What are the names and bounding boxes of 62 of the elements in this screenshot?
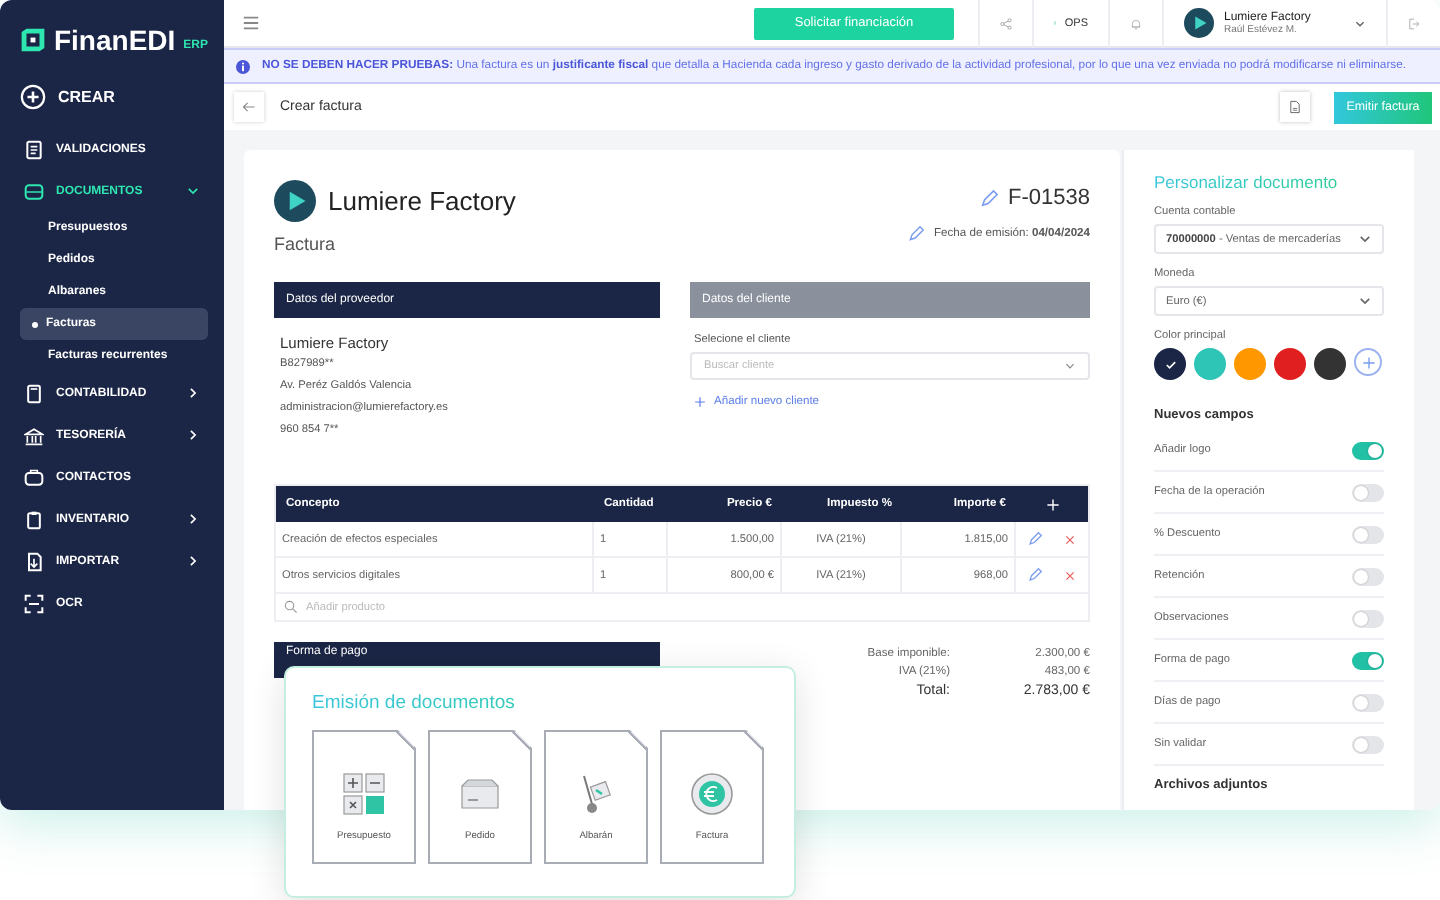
toggle-switch[interactable] [1352,483,1384,501]
color-swatch[interactable] [1314,348,1346,380]
logout-icon[interactable] [1408,15,1420,31]
search-icon [284,600,298,614]
toggle-switch[interactable] [1352,525,1384,543]
pdf-button[interactable] [1280,92,1310,122]
chevron-right-icon [186,386,200,400]
chevron-down-icon [1064,360,1076,372]
create-button[interactable]: CREAR [20,76,208,116]
pencil-icon[interactable] [908,226,924,242]
delete-icon[interactable] [1064,533,1077,545]
chevron-down-icon[interactable] [1354,17,1366,29]
chevron-right-icon [186,554,200,568]
document-icon [1288,100,1302,114]
chevron-down-icon [186,184,200,198]
chevron-right-icon [186,428,200,442]
chevron-down-icon [1358,232,1372,246]
logo-text: FinanEDI [53,24,176,56]
color-swatch[interactable] [1274,348,1306,380]
toggle-switch[interactable] [1352,735,1384,753]
briefcase-icon [24,467,44,487]
toggle-switch[interactable] [1352,609,1384,627]
back-arrow-icon [242,100,256,114]
add-icon[interactable] [1045,497,1059,511]
color-swatch[interactable] [1194,348,1226,380]
plus-icon [694,396,706,408]
color-swatch[interactable] [1234,348,1266,380]
toggle-switch[interactable] [1352,651,1384,669]
clipboard-icon [24,509,44,529]
clipboard-icon [24,383,44,403]
euro-coin-icon [690,772,734,816]
calculator-icon [342,772,386,816]
check-icon [1163,357,1177,371]
toggle-switch[interactable] [1352,567,1384,585]
pencil-icon[interactable] [1027,532,1042,546]
bell-icon[interactable] [1130,15,1142,31]
company-logo [274,180,316,222]
document-type: Factura [274,234,338,254]
logo-icon [20,24,46,56]
company-avatar [1184,8,1214,38]
bank-icon [24,425,44,445]
document-icon [24,139,44,159]
chevron-down-icon [1358,294,1372,308]
toggle-switch[interactable] [1352,693,1384,711]
info-icon [236,59,250,73]
color-swatch[interactable] [1154,348,1186,380]
invoice-number: F-01538 [1008,186,1090,210]
drawer-icon [24,181,44,201]
scan-icon [24,593,44,613]
plus-icon [1361,355,1375,369]
add-color-button[interactable] [1354,348,1382,376]
pencil-icon[interactable] [1027,568,1042,582]
download-file-icon [24,551,44,571]
plus-circle-icon [20,83,46,109]
toggle-switch[interactable] [1352,441,1384,459]
back-button[interactable] [234,92,264,122]
menu-icon[interactable] [242,14,260,32]
chevron-right-icon [186,512,200,526]
pencil-icon[interactable] [980,189,999,207]
delete-icon[interactable] [1064,569,1077,581]
share-icon[interactable] [1000,15,1012,31]
company-name: Lumiere Factory [328,186,516,216]
